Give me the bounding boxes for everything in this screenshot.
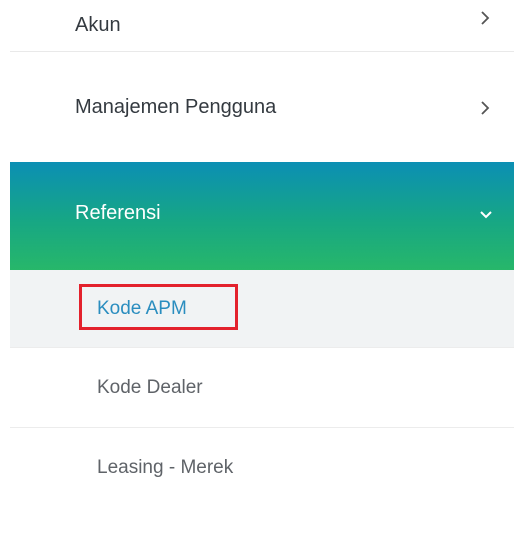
submenu-item-leasing-merek[interactable]: Leasing - Merek [10, 428, 514, 508]
submenu-item-kode-dealer[interactable]: Kode Dealer [10, 348, 514, 428]
sidebar-item-referensi[interactable]: Referensi [10, 162, 514, 270]
sidebar-item-label: Manajemen Pengguna [75, 96, 277, 118]
sidebar-item-akun[interactable]: Akun [10, 0, 514, 52]
sidebar-item-label: Akun [75, 14, 121, 36]
chevron-right-icon [479, 10, 491, 26]
submenu-item-label: Kode Dealer [97, 376, 203, 398]
sidebar-menu: Akun Manajemen Pengguna Referensi Kode A… [10, 0, 514, 508]
submenu-item-label: Leasing - Merek [97, 457, 234, 478]
submenu-referensi: Kode APM Kode Dealer Leasing - Merek [10, 270, 514, 508]
sidebar-item-manajemen-pengguna[interactable]: Manajemen Pengguna [10, 52, 514, 162]
chevron-down-icon [479, 208, 492, 224]
chevron-right-icon [479, 100, 491, 116]
submenu-item-label: Kode APM [97, 297, 187, 319]
submenu-item-kode-apm[interactable]: Kode APM [10, 270, 514, 348]
sidebar-item-label: Referensi [75, 202, 161, 224]
